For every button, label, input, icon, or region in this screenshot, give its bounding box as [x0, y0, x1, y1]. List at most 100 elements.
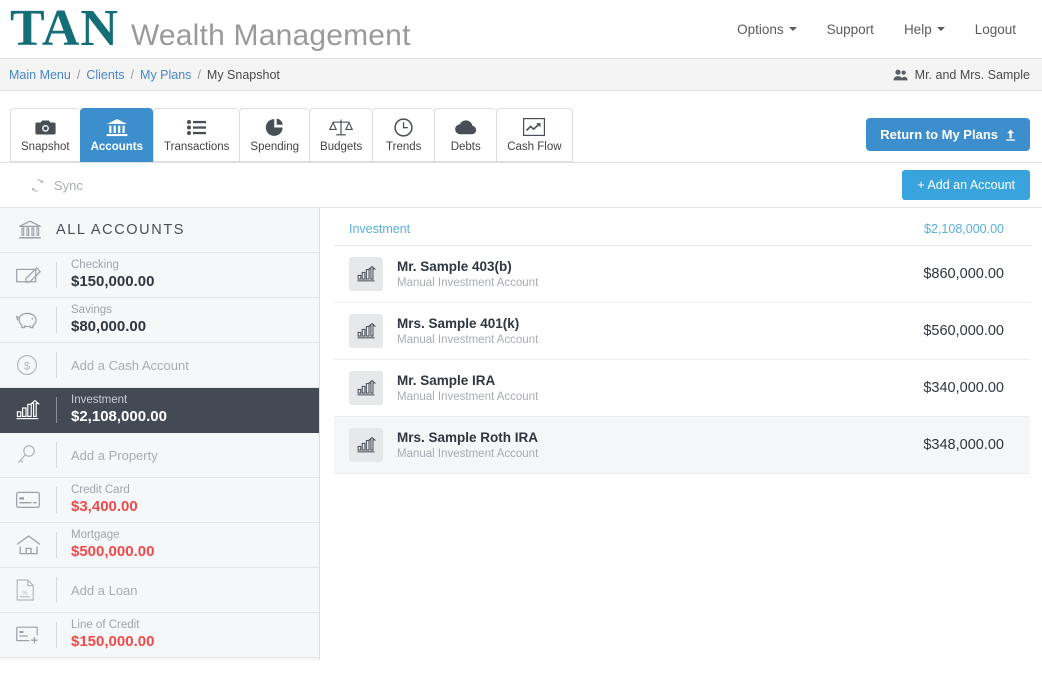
tab-snapshot[interactable]: Snapshot: [10, 108, 80, 162]
sidebar-item-add-cash-account[interactable]: $ Add a Cash Account: [0, 343, 319, 388]
tab-debts-label: Debts: [450, 141, 481, 153]
table-row[interactable]: Mr. Sample 403(b) Manual Investment Acco…: [334, 246, 1030, 303]
account-group-name[interactable]: Investment: [349, 222, 410, 236]
house-icon: [16, 535, 56, 555]
tab-debts[interactable]: Debts: [434, 108, 497, 162]
piggy-bank-icon: [16, 310, 56, 330]
app-header: TAN Wealth Management Options Support He…: [0, 0, 1042, 58]
account-subtitle: Manual Investment Account: [397, 391, 539, 403]
bar-chart-icon: [16, 400, 56, 420]
client-indicator[interactable]: Mr. and Mrs. Sample: [893, 68, 1030, 82]
sidebar-investment-amount: $2,108,000.00: [71, 408, 167, 426]
sidebar-item-text: Checking $150,000.00: [71, 258, 154, 292]
table-row[interactable]: Mrs. Sample Roth IRA Manual Investment A…: [334, 417, 1030, 474]
sidebar-item-text: Investment $2,108,000.00: [71, 393, 167, 427]
sidebar-investment-label: Investment: [71, 393, 128, 406]
content-area: ALL ACCOUNTS Checking $150,000.00 Saving…: [0, 207, 1042, 660]
sidebar-item-mortgage[interactable]: Mortgage $500,000.00: [0, 523, 319, 568]
tab-budgets-label: Budgets: [320, 141, 363, 153]
nav-options-label: Options: [737, 21, 784, 37]
sidebar-item-text: Line of Credit $150,000.00: [71, 618, 154, 652]
account-name: Mrs. Sample Roth IRA: [397, 430, 539, 445]
sidebar-checking-label: Checking: [71, 258, 119, 271]
account-info: Mr. Sample IRA Manual Investment Account: [397, 373, 923, 403]
upload-arrow-icon: [1006, 129, 1015, 141]
sync-button[interactable]: Sync: [30, 178, 83, 193]
account-info: Mrs. Sample Roth IRA Manual Investment A…: [397, 430, 923, 460]
breadcrumb-clients[interactable]: Clients: [86, 68, 124, 82]
breadcrumb-separator: /: [76, 67, 81, 82]
return-to-my-plans-button[interactable]: Return to My Plans: [866, 118, 1030, 151]
account-name: Mr. Sample IRA: [397, 373, 496, 388]
sidebar-item-savings[interactable]: Savings $80,000.00: [0, 298, 319, 343]
account-info: Mrs. Sample 401(k) Manual Investment Acc…: [397, 316, 923, 346]
tab-transactions-label: Transactions: [164, 141, 230, 153]
divider: [56, 487, 57, 513]
tab-trends[interactable]: Trends: [372, 108, 435, 162]
table-row[interactable]: Mr. Sample IRA Manual Investment Account…: [334, 360, 1030, 417]
line-chart-icon: [523, 117, 546, 137]
nav-item-options[interactable]: Options: [737, 22, 797, 37]
accounts-sidebar: ALL ACCOUNTS Checking $150,000.00 Saving…: [0, 207, 320, 660]
sidebar-mortgage-amount: $500,000.00: [71, 543, 155, 561]
account-subtitle: Manual Investment Account: [397, 448, 539, 460]
tab-cash-flow[interactable]: Cash Flow: [496, 108, 573, 162]
nav-item-logout[interactable]: Logout: [975, 22, 1016, 37]
tab-transactions[interactable]: Transactions: [153, 108, 240, 162]
breadcrumb-bar: Main Menu / Clients / My Plans / My Snap…: [0, 58, 1042, 91]
account-balance: $340,000.00: [923, 380, 1004, 396]
client-name: Mr. and Mrs. Sample: [914, 67, 1030, 82]
people-icon: [893, 69, 908, 80]
divider: [56, 442, 57, 468]
refresh-icon: [31, 178, 44, 192]
camera-icon: [35, 117, 56, 137]
breadcrumb-my-plans[interactable]: My Plans: [140, 68, 191, 82]
sidebar-line-of-credit-label: Line of Credit: [71, 618, 140, 631]
breadcrumb: Main Menu / Clients / My Plans / My Snap…: [9, 68, 280, 82]
breadcrumb-current: My Snapshot: [206, 67, 280, 82]
tab-spending-label: Spending: [250, 141, 300, 153]
sidebar-mortgage-label: Mortgage: [71, 528, 120, 541]
tab-accounts[interactable]: Accounts: [79, 108, 154, 162]
divider: [56, 262, 57, 288]
account-balance: $348,000.00: [923, 437, 1004, 453]
nav-item-help[interactable]: Help: [904, 22, 945, 37]
tab-accounts-label: Accounts: [90, 141, 144, 153]
svg-text:%: %: [22, 591, 28, 597]
sidebar-add-cash-account-label: Add a Cash Account: [71, 357, 189, 373]
sidebar-credit-card-label: Credit Card: [71, 483, 130, 496]
sidebar-item-add-property[interactable]: Add a Property: [0, 433, 319, 478]
sidebar-add-loan-label: Add a Loan: [71, 582, 138, 598]
sidebar-item-investment[interactable]: Investment $2,108,000.00: [0, 388, 319, 433]
account-balance: $860,000.00: [923, 266, 1004, 282]
account-info: Mr. Sample 403(b) Manual Investment Acco…: [397, 259, 923, 289]
add-an-account-button[interactable]: + Add an Account: [902, 170, 1030, 200]
sidebar-item-add-loan[interactable]: % Add a Loan: [0, 568, 319, 613]
sidebar-item-line-of-credit[interactable]: Line of Credit $150,000.00: [0, 613, 319, 658]
svg-text:$: $: [24, 360, 30, 372]
bar-chart-icon: [349, 257, 383, 291]
sidebar-header: ALL ACCOUNTS: [0, 208, 319, 253]
top-navigation: Options Support Help Logout: [737, 22, 1030, 37]
tab-budgets[interactable]: Budgets: [309, 108, 373, 162]
sidebar-checking-amount: $150,000.00: [71, 273, 155, 291]
bar-chart-icon: [349, 314, 383, 348]
account-subtitle: Manual Investment Account: [397, 277, 539, 289]
sidebar-item-checking[interactable]: Checking $150,000.00: [0, 253, 319, 298]
tab-spending[interactable]: Spending: [239, 108, 310, 162]
divider: [56, 577, 57, 603]
sidebar-item-credit-card[interactable]: Credit Card $3,400.00: [0, 478, 319, 523]
breadcrumb-separator: /: [197, 67, 201, 82]
tab-cash-flow-label: Cash Flow: [507, 141, 562, 153]
bank-icon: [19, 220, 41, 239]
brand-name: Wealth Management: [130, 19, 411, 52]
account-name: Mrs. Sample 401(k): [397, 316, 520, 331]
sidebar-item-text: Savings $80,000.00: [71, 303, 146, 337]
sidebar-item-text: Credit Card $3,400.00: [71, 483, 138, 517]
chevron-down-icon: [788, 27, 797, 31]
table-row[interactable]: Mrs. Sample 401(k) Manual Investment Acc…: [334, 303, 1030, 360]
nav-item-support[interactable]: Support: [827, 22, 874, 37]
return-button-label: Return to My Plans: [880, 127, 998, 142]
brand-logo[interactable]: TAN Wealth Management: [10, 3, 411, 55]
breadcrumb-main-menu[interactable]: Main Menu: [9, 68, 71, 82]
